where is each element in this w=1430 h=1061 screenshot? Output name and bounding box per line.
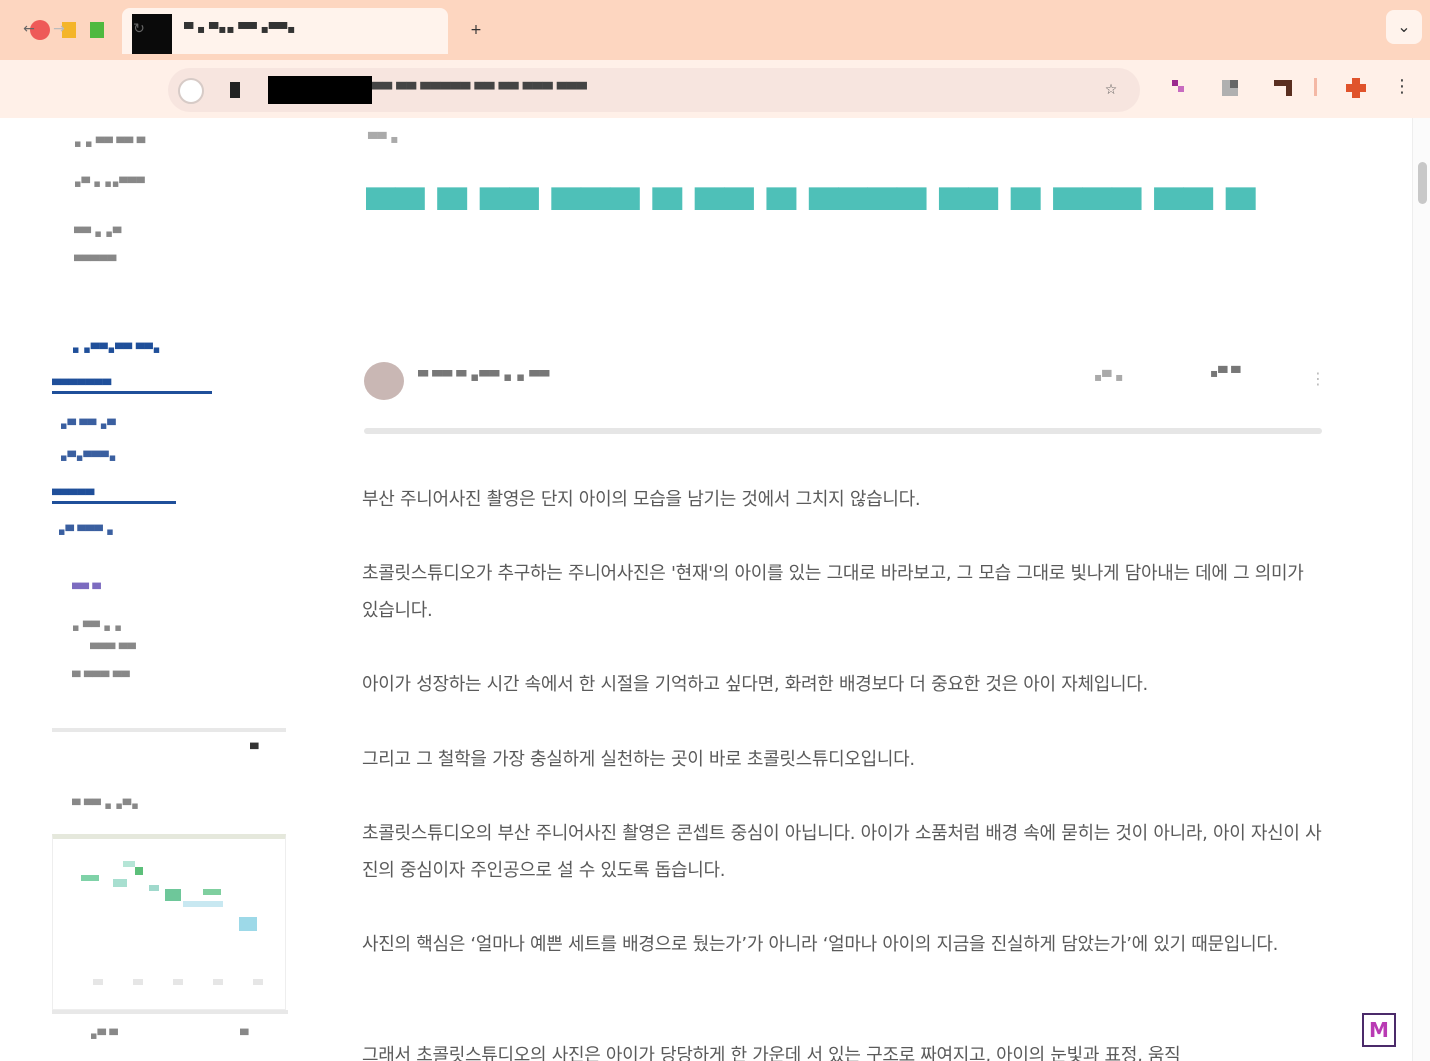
body-paragraph: 그리고 그 철학을 가장 충실하게 실천하는 곳이 바로 초콜릿스튜디오입니다. bbox=[362, 749, 915, 770]
sidebar-text: ▪▀ ▪ ▪▪▀▀▀ bbox=[74, 177, 145, 190]
sidebar-text: ▀▀ ▪ ▪▀ bbox=[74, 227, 122, 240]
sidebar-text: ▀ bbox=[240, 1029, 249, 1042]
reload-icon[interactable]: ↻ bbox=[128, 18, 150, 40]
extension-brown-icon[interactable] bbox=[1272, 76, 1296, 100]
floating-widget-logo-icon[interactable]: M bbox=[1362, 1013, 1396, 1047]
sidebar-text: ▀ ▀▀ ▪ ▪▀▪ bbox=[72, 799, 139, 812]
body-paragraph: 아이가 성장하는 시간 속에서 한 시절을 기억하고 싶다면, 화려한 배경보다… bbox=[362, 674, 1148, 695]
author-name[interactable]: ▀ ▀▀ ▀ ▪▀▀ ▪ ▪ ▀▀ bbox=[418, 370, 738, 390]
sidebar-widget-box bbox=[52, 834, 286, 1010]
extension-purple-icon[interactable] bbox=[1166, 76, 1190, 100]
post-header-divider bbox=[364, 428, 1322, 434]
body-paragraph: 사진의 핵심은 ‘얼마나 예쁜 세트를 배경으로 뒀는가’가 아니라 ‘얼마나 … bbox=[362, 934, 1279, 955]
url-prefix-redacted bbox=[230, 82, 240, 98]
maximize-window-button[interactable] bbox=[90, 22, 104, 38]
page-scrollbar-thumb[interactable] bbox=[1418, 162, 1427, 204]
bookmark-star-icon[interactable]: ☆ bbox=[1100, 82, 1122, 98]
sidebar-text: ▪▀ ▀ bbox=[90, 1029, 118, 1042]
sidebar-text: ▪ ▪ ▀▀ ▀▀ ▀ bbox=[74, 137, 146, 150]
blog-sidebar: ▪ ▪ ▀▀ ▀▀ ▀ ▪▀ ▪ ▪▪▀▀▀ ▀▀ ▪ ▪▀ ▀▀▀▀▀ ▪ ▪… bbox=[50, 118, 290, 1061]
sidebar-text: ▀▀▀▀▀ bbox=[74, 255, 117, 268]
sidebar-text: ▪ ▀▀ ▪ ▪ bbox=[72, 621, 122, 634]
sidebar-link[interactable]: ▪ ▪▀▀▪▀▀ ▀▀▪ bbox=[72, 342, 282, 358]
sidebar-divider bbox=[52, 1010, 288, 1014]
sidebar-text: ▀ ▀▀▀ ▀▀ bbox=[72, 671, 130, 684]
author-avatar[interactable] bbox=[364, 362, 404, 400]
sidebar-widget-graphic bbox=[81, 861, 263, 985]
post-date: ▪▀ ▪ bbox=[1094, 370, 1124, 384]
sidebar-link[interactable]: ▪▀ ▀▀▀ ▪ bbox=[58, 524, 198, 540]
new-tab-button[interactable]: + bbox=[466, 22, 486, 38]
url-text[interactable]: ▀▀ ▀▀ ▀▀▀▀▀ ▀▀ ▀▀ ▀▀▀ ▀▀▀ bbox=[372, 80, 702, 102]
tab-title: ▀ ▪ ▀▪▪ ▀▀ ▪▀▀▪ bbox=[184, 22, 296, 36]
body-paragraph: 초콜릿스튜디오가 추구하는 주니어사진은 '현재'의 아이를 있는 그대로 바라… bbox=[362, 563, 1304, 621]
sidebar-link[interactable]: ▪▀▪▀▀▀▪ bbox=[60, 450, 190, 466]
tab-search-button[interactable]: ⌄ bbox=[1386, 10, 1422, 44]
body-paragraph: 초콜릿스튜디오의 부산 주니어사진 촬영은 콘셉트 중심이 아닙니다. 아이가 … bbox=[362, 823, 1322, 881]
extension-gray-icon[interactable] bbox=[1218, 76, 1242, 100]
toolbar-divider bbox=[1314, 78, 1317, 96]
body-paragraph: 부산 주니어사진 촬영은 단지 아이의 모습을 남기는 것에서 그치지 않습니다… bbox=[362, 489, 921, 510]
post-more-icon[interactable]: ⋮ bbox=[1310, 364, 1326, 394]
back-arrow-icon[interactable]: ← bbox=[18, 18, 40, 40]
extension-puzzle-icon[interactable] bbox=[1344, 76, 1368, 100]
category-breadcrumb[interactable]: ▀▀ ▪ bbox=[368, 132, 568, 152]
sidebar-text: ▀ bbox=[250, 743, 259, 756]
sidebar-divider bbox=[52, 728, 286, 732]
page-scrollbar-track[interactable] bbox=[1412, 118, 1430, 1061]
post-share-button[interactable]: ▪▀ ▀ bbox=[1210, 366, 1264, 390]
body-paragraph: 그래서 초콜릿스튜디오의 사진은 아이가 당당하게 한 가운데 서 있는 구조로… bbox=[362, 1045, 1181, 1061]
post-title: ▀▀ ▀ ▀▀ ▀▀▀ ▀ ▀▀ ▀ ▀▀▀▀ ▀▀ ▀ ▀▀▀ ▀▀ ▀ bbox=[366, 188, 1256, 232]
browser-tab-active[interactable]: ▀ ▪ ▀▪▪ ▀▀ ▪▀▀▪ bbox=[122, 8, 448, 54]
forward-arrow-icon[interactable]: → bbox=[48, 18, 70, 40]
url-redacted-block bbox=[268, 76, 372, 104]
sidebar-text: ▀▀ ▀ bbox=[72, 583, 101, 596]
sidebar-link[interactable]: ▀▀▀▀▀ bbox=[52, 488, 176, 504]
sidebar-link[interactable]: ▪▀ ▀▀ ▪▀ bbox=[60, 418, 260, 434]
sidebar-text: ▀▀▀ ▀▀ bbox=[90, 643, 136, 656]
sidebar-link[interactable]: ▀▀▀▀▀▀▀ bbox=[52, 378, 212, 394]
site-info-icon[interactable] bbox=[178, 78, 204, 104]
browser-menu-icon[interactable]: ⋮ bbox=[1392, 74, 1412, 100]
